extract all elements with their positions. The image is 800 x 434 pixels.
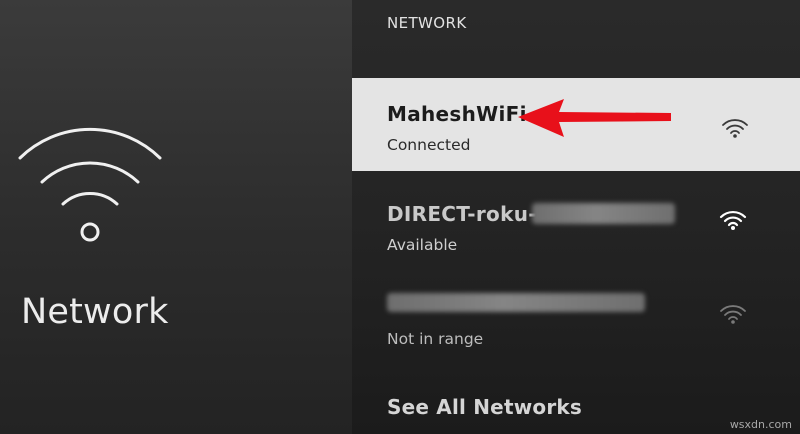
watermark: wsxdn.com xyxy=(729,418,792,431)
section-header: NETWORK xyxy=(387,14,467,32)
blurred-network-name xyxy=(387,293,645,312)
page-title: Network xyxy=(21,292,169,332)
network-item-maheshwifi[interactable]: MaheshWiFi Connected xyxy=(352,78,800,171)
network-name: DIRECT-roku- xyxy=(387,202,537,226)
network-status: Available xyxy=(387,236,458,254)
see-all-networks-button[interactable]: See All Networks xyxy=(387,395,582,419)
network-item-direct-roku[interactable]: DIRECT-roku- Available xyxy=(352,178,800,271)
network-status: Not in range xyxy=(387,330,484,348)
wifi-signal-icon xyxy=(720,305,746,324)
wifi-icon xyxy=(18,127,162,242)
network-name: MaheshWiFi xyxy=(387,102,527,126)
wifi-signal-icon xyxy=(719,210,747,230)
blurred-network-name-suffix xyxy=(532,203,675,224)
left-panel: Network xyxy=(0,0,352,434)
network-item-hidden[interactable]: Not in range xyxy=(352,272,800,365)
wifi-signal-icon xyxy=(722,119,748,138)
network-list-panel: NETWORK MaheshWiFi Connected DIRECT-roku… xyxy=(352,0,800,434)
network-status: Connected xyxy=(387,136,471,154)
